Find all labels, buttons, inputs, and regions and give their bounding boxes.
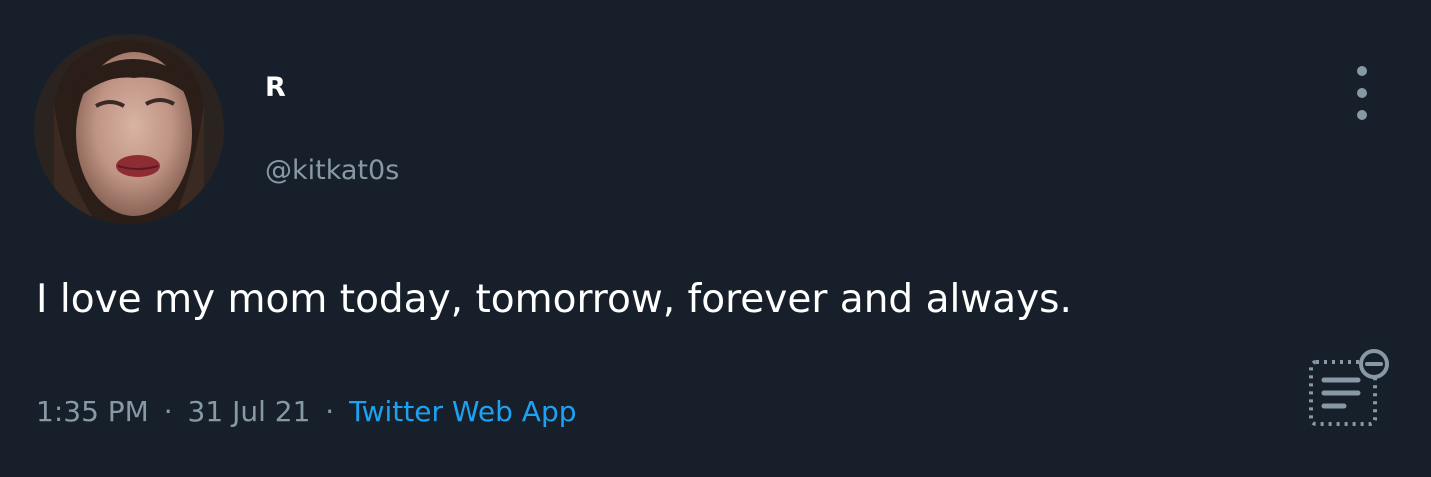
more-vertical-icon <box>1357 110 1367 120</box>
tweet-source-link[interactable]: Twitter Web App <box>349 395 576 428</box>
reader-mode-icon[interactable] <box>1306 346 1390 430</box>
user-handle[interactable]: @kitkat0s <box>265 155 399 186</box>
avatar-image <box>34 34 224 224</box>
more-vertical-icon <box>1357 88 1367 98</box>
tweet-date[interactable]: 31 Jul 21 <box>188 395 311 428</box>
meta-separator: · <box>163 395 173 428</box>
avatar[interactable] <box>34 34 224 224</box>
meta-separator: · <box>325 395 335 428</box>
tweet-text: I love my mom today, tomorrow, forever a… <box>36 277 1072 322</box>
more-options-button[interactable] <box>1346 66 1378 120</box>
display-name[interactable]: R <box>265 72 286 103</box>
tweet-meta: 1:35 PM · 31 Jul 21 · Twitter Web App <box>36 395 577 428</box>
tweet-card: R @kitkat0s I love my mom today, tomorro… <box>0 0 1431 477</box>
tweet-time[interactable]: 1:35 PM <box>36 395 149 428</box>
more-vertical-icon <box>1357 66 1367 76</box>
